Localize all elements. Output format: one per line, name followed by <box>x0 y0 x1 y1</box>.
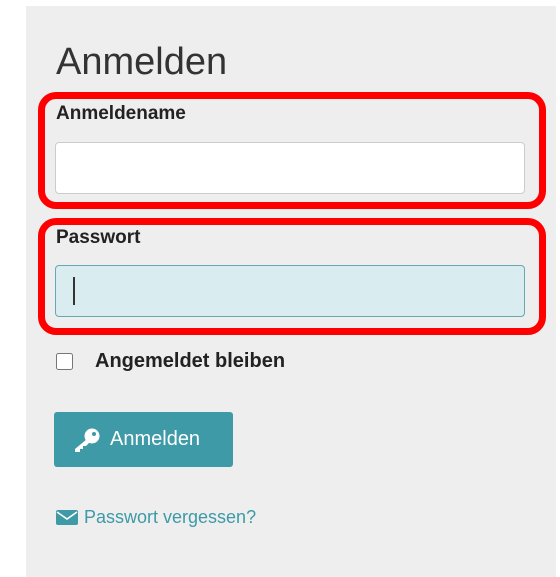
remember-me-row: Angemeldet bleiben <box>56 350 285 373</box>
password-highlight-box <box>38 218 546 335</box>
login-button[interactable]: Anmelden <box>54 412 233 467</box>
login-button-label: Anmelden <box>110 428 201 450</box>
username-highlight-box <box>38 92 546 209</box>
key-icon <box>75 428 100 452</box>
forgot-password-link[interactable]: Passwort vergessen? <box>56 507 256 528</box>
remember-me-checkbox[interactable] <box>56 353 73 370</box>
remember-me-label[interactable]: Angemeldet bleiben <box>95 350 285 373</box>
envelope-icon <box>56 510 78 525</box>
forgot-password-label: Passwort vergessen? <box>84 507 257 527</box>
page-title: Anmelden <box>56 41 228 83</box>
